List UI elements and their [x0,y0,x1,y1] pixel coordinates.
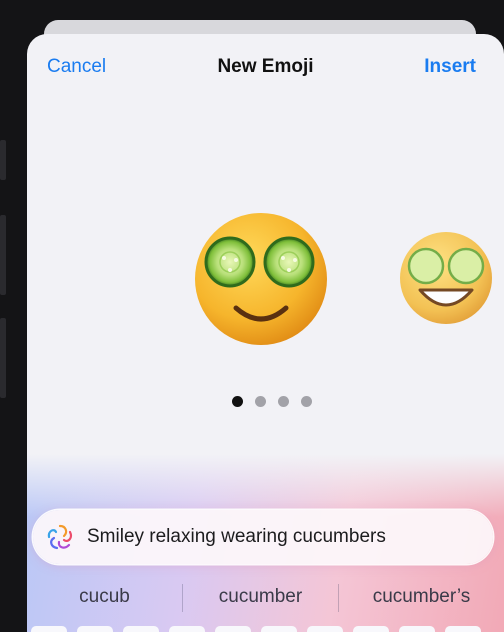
image-playground-icon [47,524,72,550]
suggestion-1[interactable]: cucub [27,586,182,608]
prompt-input[interactable]: Smiley relaxing wearing cucumbers [33,510,493,564]
keyboard-key[interactable] [353,626,389,632]
next-emoji-preview[interactable] [398,230,494,326]
predictive-text-bar: cucub cucumber cucumber’s [27,574,504,618]
side-button [0,318,6,398]
page-dot[interactable] [300,396,312,407]
keyboard-key[interactable] [215,626,251,632]
side-button [0,140,6,180]
suggestion-3[interactable]: cucumber’s [339,586,504,608]
keyboard-key[interactable] [123,626,159,632]
keyboard-key[interactable] [307,626,343,632]
sheet-header: Cancel New Emoji Insert [27,34,504,104]
page-dot[interactable] [231,396,243,407]
keyboard-key[interactable] [399,626,435,632]
new-emoji-sheet: Cancel New Emoji Insert Smiley relaxing … [27,34,504,632]
keyboard-key[interactable] [31,626,67,632]
keyboard-key[interactable] [169,626,205,632]
keyboard-top-row [27,626,504,632]
prompt-text: Smiley relaxing wearing cucumbers [87,526,386,547]
side-button [0,215,6,295]
page-indicator[interactable] [27,396,504,407]
keyboard-key[interactable] [77,626,113,632]
generated-emoji-preview[interactable] [192,210,330,348]
suggestion-2[interactable]: cucumber [183,586,338,608]
keyboard-key[interactable] [445,626,481,632]
insert-button[interactable]: Insert [424,56,476,78]
phone-frame: Cancel New Emoji Insert Smiley relaxing … [0,0,504,632]
page-dot[interactable] [277,396,289,407]
keyboard-key[interactable] [261,626,297,632]
page-dot[interactable] [254,396,266,407]
